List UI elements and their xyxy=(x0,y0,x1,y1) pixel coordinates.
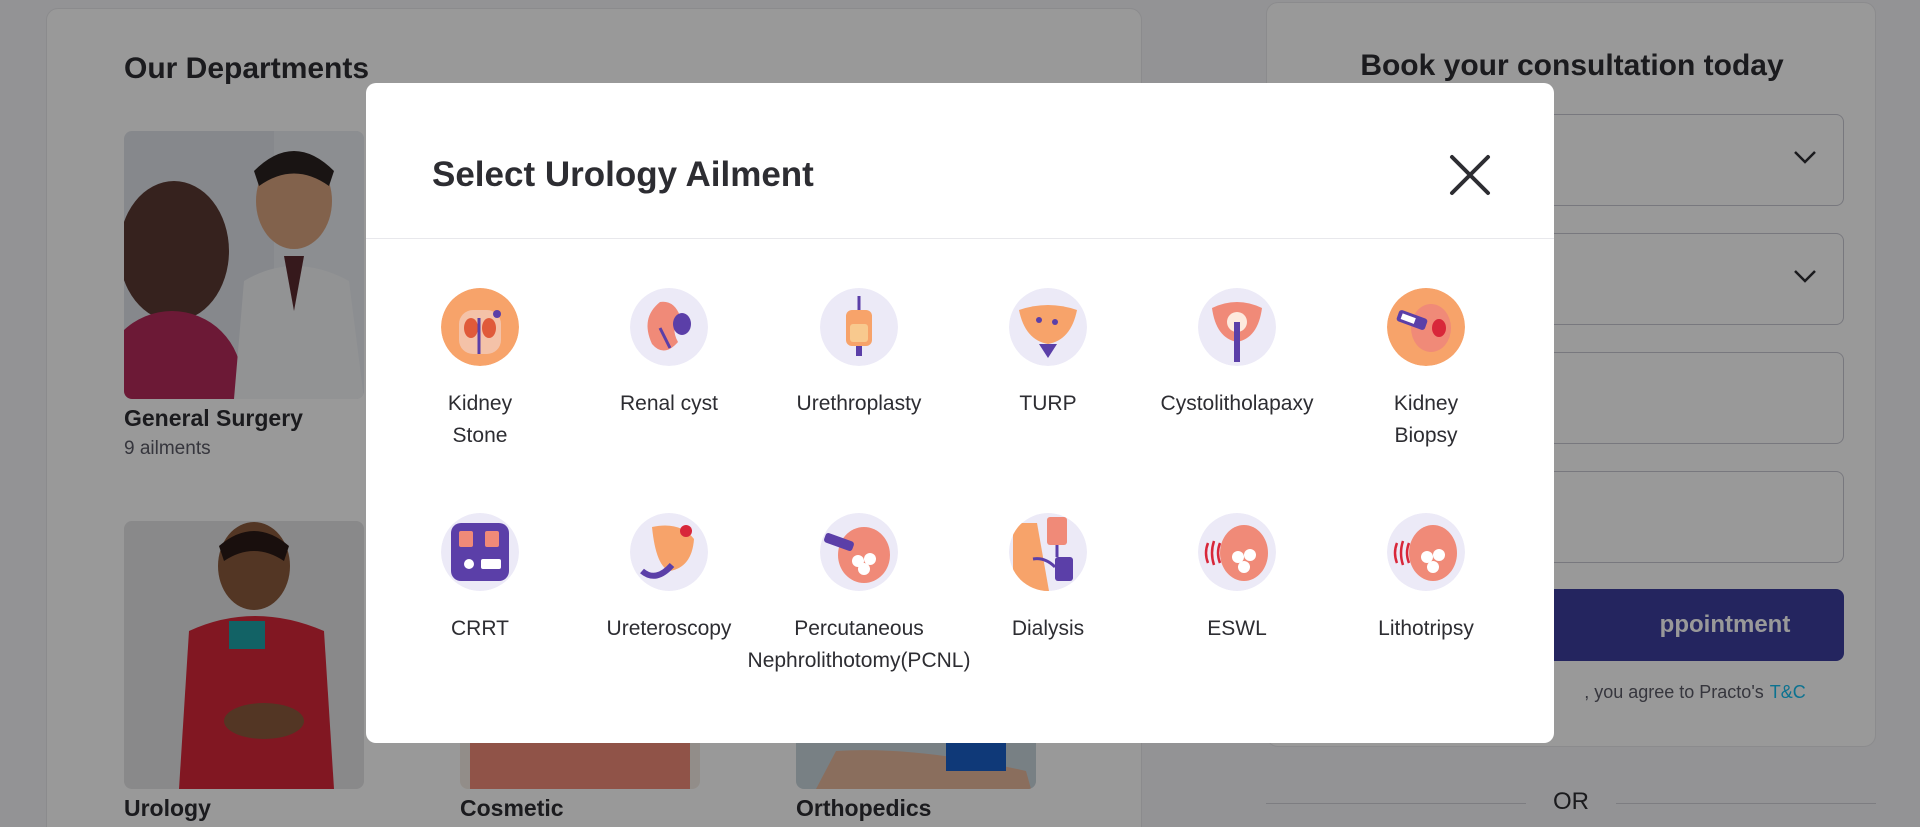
ailment-lithotripsy[interactable]: Lithotripsy xyxy=(1331,513,1521,645)
dialysis-icon xyxy=(1009,513,1087,591)
select-ailment-modal: Select Urology Ailment Kidney Stone Rena… xyxy=(366,83,1554,743)
ailment-label: ESWL xyxy=(1207,617,1267,640)
eswl-icon xyxy=(1198,513,1276,591)
kidney-stone-icon xyxy=(441,288,519,366)
modal-header: Select Urology Ailment xyxy=(366,83,1554,239)
ailment-label: Renal cyst xyxy=(619,392,719,415)
ailment-label: Lithotripsy xyxy=(1378,617,1474,640)
ailment-turp[interactable]: TURP xyxy=(953,288,1143,420)
ureteroscopy-icon xyxy=(630,513,708,591)
crrt-icon xyxy=(441,513,519,591)
ailment-label: Kidney Biopsy xyxy=(1393,392,1459,447)
ailment-ureteroscopy[interactable]: Ureteroscopy xyxy=(574,513,764,645)
ailment-dialysis[interactable]: Dialysis xyxy=(953,513,1143,645)
ailment-pcnl[interactable]: Percutaneous Nephrolithotomy(PCNL) xyxy=(748,513,970,677)
ailment-urethroplasty[interactable]: Urethroplasty xyxy=(764,288,954,420)
modal-title: Select Urology Ailment xyxy=(432,155,814,194)
kidney-biopsy-icon xyxy=(1387,288,1465,366)
ailment-crrt[interactable]: CRRT xyxy=(385,513,575,645)
cystolitholapaxy-icon xyxy=(1198,288,1276,366)
ailment-label: Kidney Stone xyxy=(447,392,513,447)
ailment-label: TURP xyxy=(1019,392,1077,415)
ailment-kidney-biopsy[interactable]: Kidney Biopsy xyxy=(1331,288,1521,452)
ailment-label: Dialysis xyxy=(1011,617,1085,640)
ailment-label: Ureteroscopy xyxy=(606,617,732,640)
pcnl-icon xyxy=(820,513,898,591)
ailment-label: Cystolitholapaxy xyxy=(1160,392,1314,415)
ailment-kidney-stone[interactable]: Kidney Stone xyxy=(385,288,575,452)
ailment-cystolitholapaxy[interactable]: Cystolitholapaxy xyxy=(1142,288,1332,420)
lithotripsy-icon xyxy=(1387,513,1465,591)
ailment-eswl[interactable]: ESWL xyxy=(1142,513,1332,645)
ailment-label: Percutaneous Nephrolithotomy(PCNL) xyxy=(747,617,971,672)
close-icon[interactable] xyxy=(1446,151,1494,199)
renal-cyst-icon xyxy=(630,288,708,366)
ailment-label: Urethroplasty xyxy=(796,392,922,415)
ailment-renal-cyst[interactable]: Renal cyst xyxy=(574,288,764,420)
urethroplasty-icon xyxy=(820,288,898,366)
turp-icon xyxy=(1009,288,1087,366)
ailment-label: CRRT xyxy=(451,617,509,640)
